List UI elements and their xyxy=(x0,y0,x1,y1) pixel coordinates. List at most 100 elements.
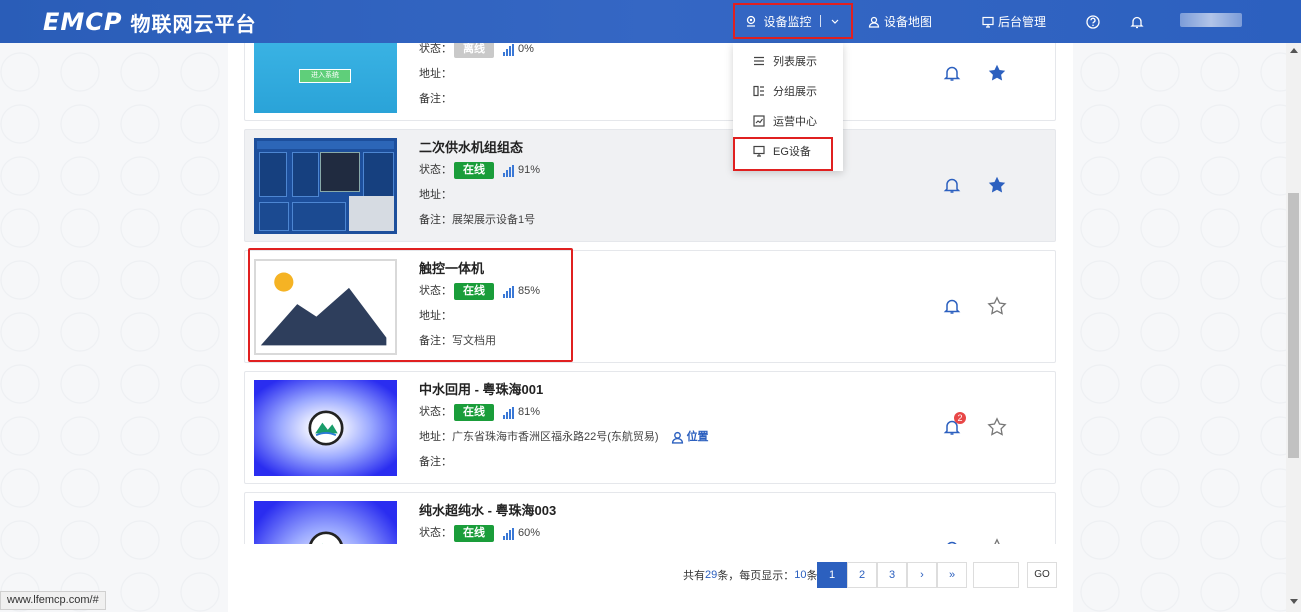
chevron-down-icon xyxy=(831,19,838,24)
signal-value: 85% xyxy=(518,285,541,297)
device-card[interactable]: 进入系统 状态： 离线 0% 地址： 备注： xyxy=(244,43,1056,121)
status-label: 状态： xyxy=(419,406,452,418)
signal-value: 0% xyxy=(518,43,534,55)
scrollbar-thumb[interactable] xyxy=(1288,193,1299,458)
scroll-down-arrow-icon[interactable] xyxy=(1290,599,1298,604)
status-label: 状态： xyxy=(419,164,452,176)
status-badge: 在线 xyxy=(454,283,494,300)
pagination-page-size: 10 xyxy=(794,569,807,581)
device-card[interactable]: 触控一体机 状态： 在线 85% 地址： 备注： 写文档用 xyxy=(244,250,1056,363)
address-label: 地址： xyxy=(419,431,452,443)
scroll-up-arrow-icon[interactable] xyxy=(1290,48,1298,53)
page-scrollbar[interactable] xyxy=(1286,43,1301,612)
signal-icon xyxy=(503,285,514,298)
menu-item-group-view[interactable]: 分组展示 xyxy=(733,76,843,106)
device-thumbnail xyxy=(254,138,397,234)
group-icon xyxy=(753,85,764,97)
address-label: 地址： xyxy=(419,189,452,201)
star-outline-icon[interactable] xyxy=(987,417,1007,437)
page-button-3[interactable]: 3 xyxy=(877,562,907,588)
device-thumbnail xyxy=(254,501,397,544)
signal-value: 91% xyxy=(518,164,541,176)
logo-text: 物联网云平台 xyxy=(130,13,257,36)
nav-admin[interactable]: 后台管理 xyxy=(982,0,1046,43)
remark-row: 备注： 展架展示设备1号 xyxy=(419,208,839,233)
status-row: 状态： 在线 85% xyxy=(419,279,839,304)
star-filled-icon[interactable] xyxy=(987,175,1007,195)
bell-icon[interactable] xyxy=(943,539,961,544)
status-badge: 离线 xyxy=(454,43,494,58)
device-title[interactable]: 纯水超纯水 - 粤珠海003 xyxy=(419,501,839,521)
address-row: 地址： xyxy=(419,183,839,208)
help-button[interactable] xyxy=(1086,0,1100,43)
pagination-prefix: 共有 xyxy=(683,570,705,582)
nav-device-monitor-label: 设备监控 xyxy=(763,14,812,29)
device-card[interactable]: 纯水超纯水 - 粤珠海003 状态： 在线 60% xyxy=(244,492,1056,544)
next-page-button[interactable]: › xyxy=(907,562,937,588)
pagination-summary: 共有 29 条，每页显示： 10 条 xyxy=(683,562,818,588)
company-logo xyxy=(309,531,343,544)
user-pin-icon xyxy=(671,431,683,444)
device-thumbnail xyxy=(254,380,397,476)
bell-icon[interactable] xyxy=(943,297,961,315)
device-card[interactable]: 二次供水机组组态 状态： 在线 91% 地址： 备注： 展架展示设备1号 xyxy=(244,129,1056,242)
page-button-1[interactable]: 1 xyxy=(817,562,847,588)
page-button-2[interactable]: 2 xyxy=(847,562,877,588)
signal-icon xyxy=(503,527,514,540)
chart-icon xyxy=(753,115,765,127)
pagination-mid: 条，每页显示： xyxy=(717,570,795,582)
location-pin-icon xyxy=(747,15,756,27)
signal-icon xyxy=(503,43,514,56)
signal-icon xyxy=(503,406,514,419)
menu-item-label: 列表展示 xyxy=(773,56,817,68)
user-pin-icon xyxy=(868,16,880,28)
last-page-button[interactable]: » xyxy=(937,562,967,588)
address-row: 地址： 广东省珠海市香洲区福永路22号(东航贸易) 位置 xyxy=(419,425,839,450)
top-header: EMCP 物联网云平台 设备监控 设备地图 后台管理 xyxy=(0,0,1301,43)
remark-label: 备注： xyxy=(419,456,452,468)
menu-item-list-view[interactable]: 列表展示 xyxy=(733,46,843,76)
list-icon xyxy=(754,56,764,66)
nav-device-map[interactable]: 设备地图 xyxy=(868,0,932,43)
signal-value: 81% xyxy=(518,406,541,418)
image-placeholder-icon xyxy=(260,272,387,346)
address-row: 地址： xyxy=(419,304,839,329)
notification-button[interactable] xyxy=(1130,0,1144,43)
remark-row: 备注： 写文档用 xyxy=(419,329,839,354)
device-card[interactable]: 中水回用 - 粤珠海001 状态： 在线 81% 地址： 广东省珠海市香洲区福永… xyxy=(244,371,1056,484)
nav-device-monitor[interactable]: 设备监控 xyxy=(733,3,853,39)
star-outline-icon[interactable] xyxy=(987,296,1007,316)
status-row: 状态： 在线 60% xyxy=(419,521,839,544)
page-jump-input[interactable] xyxy=(973,562,1019,588)
address-value: 广东省珠海市香洲区福永路22号(东航贸易) xyxy=(452,431,659,443)
star-outline-icon[interactable] xyxy=(987,538,1007,544)
device-title[interactable]: 中水回用 - 粤珠海001 xyxy=(419,380,839,400)
browser-status-url: www.lfemcp.com/# xyxy=(0,591,106,610)
device-title[interactable]: 触控一体机 xyxy=(419,259,839,279)
status-label: 状态： xyxy=(419,285,452,297)
monitor-dropdown-menu: 列表展示 分组展示 运营中心 EG设备 xyxy=(733,43,843,171)
device-thumbnail xyxy=(254,259,397,355)
go-button[interactable]: GO xyxy=(1027,562,1057,588)
remark-value: 展架展示设备1号 xyxy=(452,214,536,226)
location-link[interactable]: 位置 xyxy=(671,425,709,450)
status-badge: 在线 xyxy=(454,525,494,542)
status-label: 状态： xyxy=(419,43,452,55)
menu-item-operations-center[interactable]: 运营中心 xyxy=(733,106,843,136)
signal-icon xyxy=(503,164,514,177)
pagination-suffix: 条 xyxy=(806,570,818,582)
bell-icon[interactable] xyxy=(943,64,961,82)
bell-icon[interactable] xyxy=(943,176,961,194)
star-filled-icon[interactable] xyxy=(987,63,1007,83)
logo-mark: EMCP xyxy=(43,8,123,36)
address-label: 地址： xyxy=(419,310,452,322)
status-badge: 在线 xyxy=(454,404,494,421)
user-name-blurred[interactable] xyxy=(1180,13,1242,27)
notification-count-badge: 2 xyxy=(954,412,966,424)
nav-admin-label: 后台管理 xyxy=(998,15,1047,29)
bell-icon xyxy=(1130,16,1144,28)
logo[interactable]: EMCP 物联网云平台 xyxy=(43,8,256,36)
device-list: 进入系统 状态： 离线 0% 地址： 备注： 二次供水机组组态 状态： 在线 9… xyxy=(244,43,1057,544)
menu-item-label: 运营中心 xyxy=(773,116,817,128)
status-badge: 在线 xyxy=(454,162,494,179)
